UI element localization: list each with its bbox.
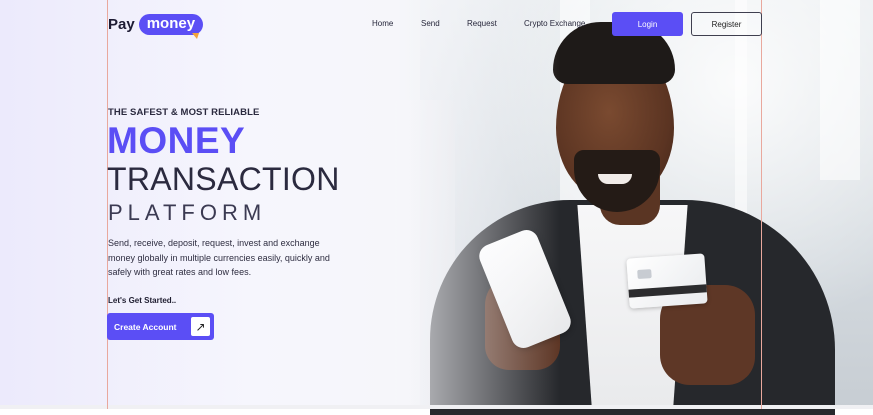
layout-guide-right [761, 0, 762, 409]
hero-title-platform: PLATFORM [108, 200, 267, 225]
nav-home[interactable]: Home [372, 19, 393, 28]
create-account-label: Create Account [114, 321, 177, 332]
logo-text-money: money [138, 14, 204, 39]
window-frame [820, 0, 860, 180]
hero-description: Send, receive, deposit, request, invest … [108, 238, 330, 277]
arrow-up-right-icon: ↗ [191, 317, 210, 336]
hero-title-transaction: TRANSACTION [107, 161, 340, 197]
card-chip [637, 269, 652, 280]
nav-send[interactable]: Send [421, 19, 440, 28]
register-button[interactable]: Register [691, 12, 762, 36]
hero-title-money: MONEY [107, 120, 246, 161]
card-stripe [628, 284, 707, 298]
cta-intro: Let's Get Started.. [108, 296, 177, 305]
hero-kicker: THE SAFEST & MOST RELIABLE [108, 107, 260, 118]
person-smile [598, 174, 632, 184]
create-account-button[interactable]: Create Account ↗ [107, 313, 214, 340]
nav-crypto-exchange[interactable]: Crypto Exchange [524, 19, 585, 28]
nav-request[interactable]: Request [467, 19, 497, 28]
login-button[interactable]: Login [612, 12, 683, 36]
logo[interactable]: Pay money [108, 14, 204, 39]
bottom-border [0, 405, 873, 409]
credit-card-image [626, 253, 708, 309]
logo-text-pay: Pay [108, 16, 135, 33]
hero-fade-overlay [0, 0, 560, 409]
